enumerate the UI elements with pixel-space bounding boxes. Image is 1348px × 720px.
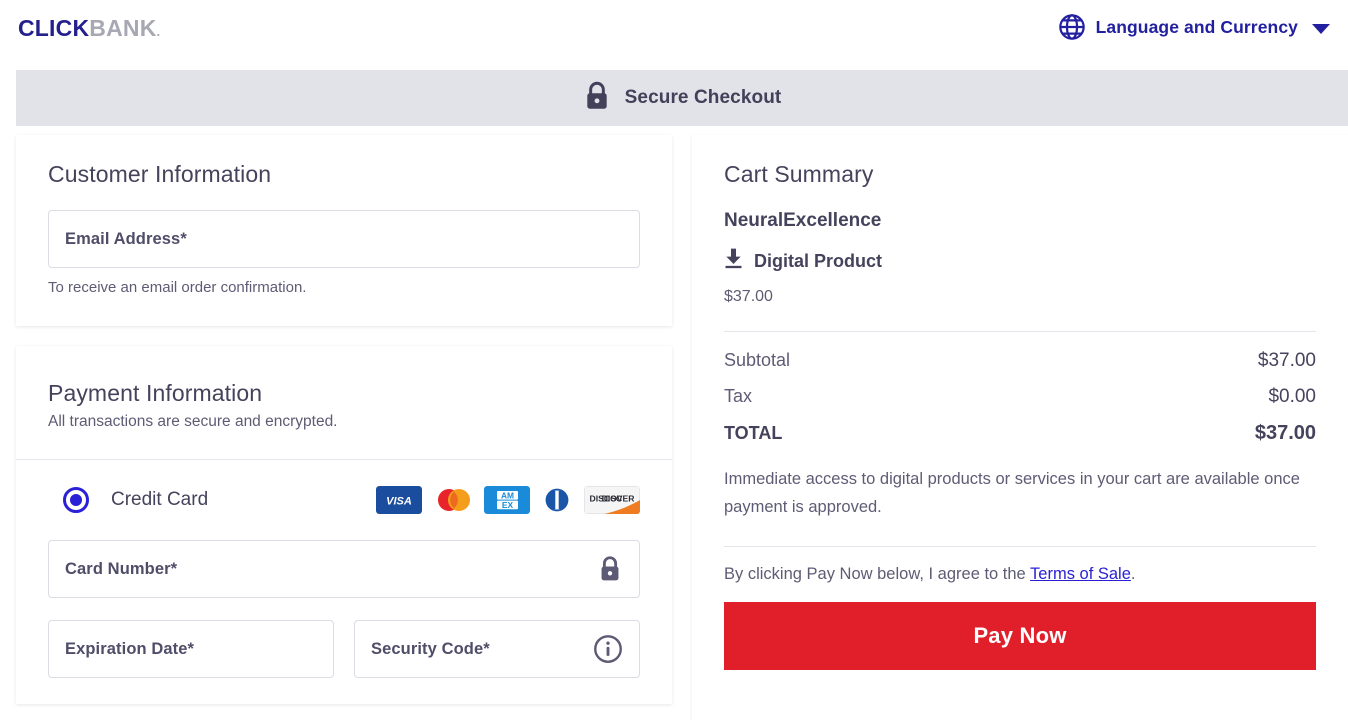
- card-details-row: Expiration Date* Security Code*: [48, 620, 640, 704]
- cart-summary-inner: Cart Summary NeuralExcellence Digital Pr…: [692, 135, 1348, 671]
- logo-text-click: CLICK: [18, 15, 90, 41]
- svg-text:EX: EX: [502, 500, 514, 510]
- expiration-date-field[interactable]: Expiration Date*: [48, 620, 334, 678]
- language-currency-selector[interactable]: Language and Currency: [1058, 13, 1330, 41]
- top-bar: CLICKBANK. Language and Currency: [0, 0, 1348, 60]
- payment-method-row-credit-card[interactable]: Credit Card VISA AM EX DISC DISCOVER: [48, 486, 640, 514]
- download-icon: [724, 248, 743, 274]
- cart-divider-top: [724, 331, 1316, 332]
- cart-divider-bottom: [724, 546, 1316, 548]
- globe-icon: [1058, 13, 1086, 41]
- discover-icon: DISC DISCOVER: [584, 486, 640, 514]
- mastercard-icon: [438, 489, 470, 511]
- total-amount: $37.00: [1254, 422, 1316, 444]
- terms-suffix: .: [1130, 565, 1136, 584]
- credit-card-label: Credit Card: [111, 489, 209, 510]
- lock-icon: [583, 81, 611, 116]
- chevron-down-icon: [1312, 23, 1330, 34]
- cart-summary-panel: Cart Summary NeuralExcellence Digital Pr…: [692, 135, 1348, 720]
- svg-text:DISCOVER: DISCOVER: [590, 494, 636, 504]
- expiration-date-label: Expiration Date*: [65, 639, 195, 658]
- product-price: $37.00: [724, 288, 773, 305]
- radio-dot: [70, 494, 82, 506]
- subtotal-label: Subtotal: [724, 350, 791, 370]
- clickbank-logo[interactable]: CLICKBANK.: [18, 17, 160, 40]
- svg-text:AM: AM: [501, 490, 514, 500]
- secure-checkout-label: Secure Checkout: [624, 87, 782, 108]
- product-type-label: Digital Product: [754, 250, 883, 271]
- payment-information-subtitle: All transactions are secure and encrypte…: [48, 413, 338, 430]
- payment-information-card: Payment Information All transactions are…: [16, 346, 672, 704]
- security-code-field[interactable]: Security Code*: [354, 620, 640, 678]
- amex-icon: AM EX: [484, 486, 530, 514]
- pay-now-button[interactable]: Pay Now: [724, 602, 1316, 671]
- payment-information-body: Credit Card VISA AM EX DISC DISCOVER Car…: [16, 459, 672, 704]
- email-field[interactable]: Email Address*: [48, 210, 640, 268]
- email-field-label: Email Address*: [65, 229, 187, 248]
- cart-totals: Subtotal $37.00 Tax $0.00 TOTAL $37.00: [724, 350, 1316, 445]
- language-currency-label: Language and Currency: [1095, 16, 1298, 37]
- product-type-row: Digital Product: [724, 248, 1316, 274]
- customer-information-title: Customer Information: [48, 161, 272, 187]
- terms-agreement-text: By clicking Pay Now below, I agree to th…: [724, 565, 1316, 584]
- terms-prefix: By clicking Pay Now below, I agree to th…: [724, 565, 1031, 584]
- logo-trademark: .: [156, 24, 161, 39]
- product-name: NeuralExcellence: [724, 210, 882, 231]
- tax-amount: $0.00: [1268, 386, 1316, 407]
- card-number-field[interactable]: Card Number*: [48, 540, 640, 598]
- card-brand-logos: VISA AM EX DISC DISCOVER: [376, 486, 640, 514]
- security-code-label: Security Code*: [371, 639, 490, 658]
- svg-text:VISA: VISA: [386, 496, 412, 508]
- checkout-form-column: Customer Information Email Address* To r…: [16, 135, 672, 704]
- terms-of-sale-link[interactable]: Terms of Sale: [1030, 565, 1131, 583]
- subtotal-amount: $37.00: [1257, 350, 1316, 371]
- payment-information-header: Payment Information All transactions are…: [16, 346, 672, 459]
- email-helper-text: To receive an email order confirmation.: [48, 279, 307, 296]
- diners-club-icon: [538, 486, 576, 514]
- checkout-page: CLICKBANK. Language and Currency Secure …: [0, 0, 1348, 720]
- immediate-access-note: Immediate access to digital products or …: [724, 470, 1300, 517]
- payment-information-title: Payment Information: [48, 380, 263, 406]
- secure-checkout-banner: Secure Checkout: [16, 70, 1348, 126]
- credit-card-radio[interactable]: [63, 487, 89, 513]
- customer-information-card: Customer Information Email Address* To r…: [16, 135, 672, 326]
- info-circle-icon[interactable]: [593, 634, 623, 664]
- cart-summary-title: Cart Summary: [724, 161, 874, 187]
- visa-icon: VISA: [376, 486, 422, 514]
- tax-row: Tax $0.00: [724, 386, 1316, 408]
- lock-icon: [597, 554, 623, 584]
- logo-text-bank: BANK: [89, 15, 157, 41]
- total-label: TOTAL: [724, 423, 783, 443]
- card-number-label: Card Number*: [65, 559, 178, 578]
- tax-label: Tax: [724, 386, 753, 406]
- subtotal-row: Subtotal $37.00: [724, 350, 1316, 372]
- total-row: TOTAL $37.00: [724, 422, 1316, 445]
